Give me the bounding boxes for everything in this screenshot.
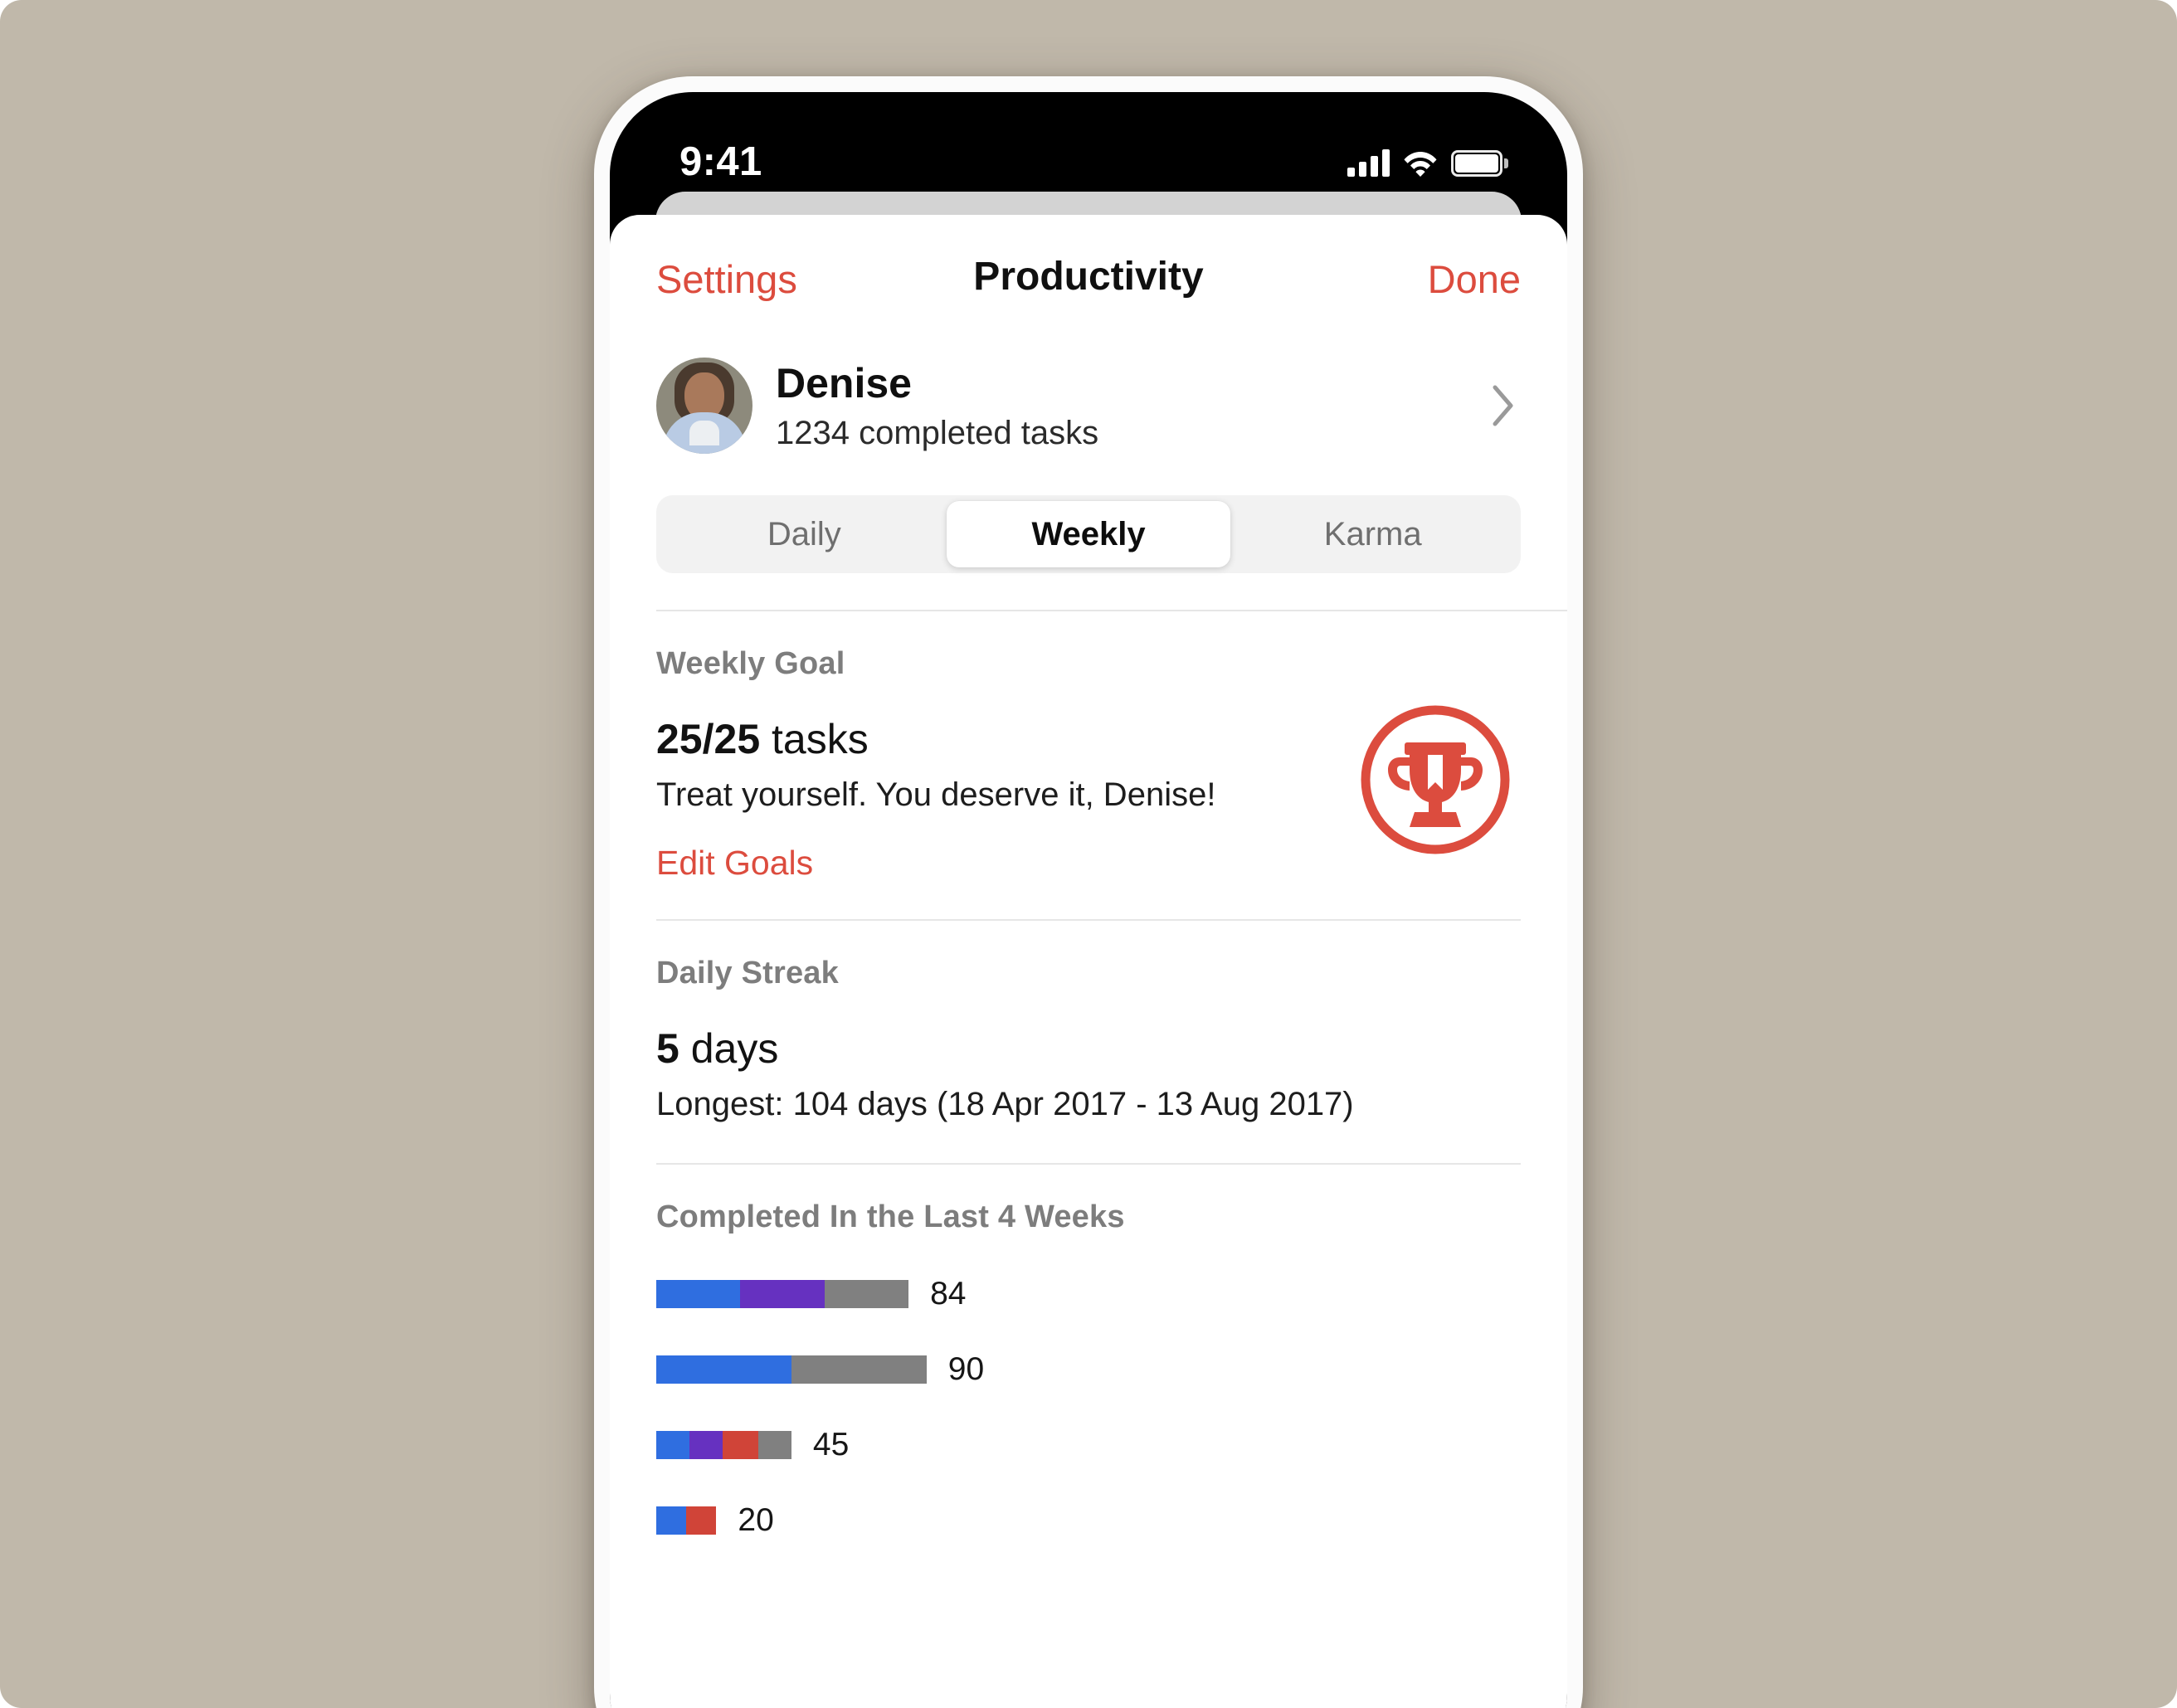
bar-track [656, 1431, 791, 1459]
weekly-goal-section: Weekly Goal 25/25 tasks Treat yourself. … [656, 611, 1521, 919]
bar-segment [656, 1355, 791, 1384]
bar-value-label: 45 [812, 1427, 850, 1462]
phone-screen: 9:41 Settings Productivity Done Denise 1… [610, 92, 1567, 1708]
daily-streak-longest: Longest: 104 days (18 Apr 2017 - 13 Aug … [656, 1086, 1354, 1122]
daily-streak-unit: days [679, 1025, 779, 1072]
profile-text-group: Denise 1234 completed tasks [776, 360, 1491, 452]
segment-daily[interactable]: Daily [662, 501, 947, 567]
phone-frame: 9:41 Settings Productivity Done Denise 1… [594, 76, 1583, 1708]
productivity-sheet: Settings Productivity Done Denise 1234 c… [610, 215, 1567, 1708]
weekly-completion-bar-chart: 84 90 45 20 [656, 1275, 1521, 1610]
edit-goals-link[interactable]: Edit Goals [656, 844, 813, 883]
done-button[interactable]: Done [1428, 256, 1521, 302]
bar-segment [824, 1280, 909, 1308]
bar-segment [656, 1280, 741, 1308]
completed-weeks-section: Completed In the Last 4 Weeks 84 90 45 20 [656, 1165, 1521, 1610]
screenshot-canvas: 9:41 Settings Productivity Done Denise 1… [0, 0, 2177, 1708]
chevron-right-icon [1491, 384, 1516, 427]
bar-track [656, 1280, 909, 1308]
profile-row[interactable]: Denise 1234 completed tasks [656, 331, 1521, 480]
status-bar-icons [1347, 144, 1508, 177]
bar-segment [686, 1506, 717, 1535]
bar-row: 20 [656, 1501, 1521, 1540]
daily-streak-label: Daily Streak [656, 956, 839, 990]
weekly-goal-value: 25/25 [656, 716, 761, 762]
bar-segment [722, 1431, 759, 1459]
battery-full-icon [1451, 150, 1508, 177]
bar-segment [791, 1355, 927, 1384]
weekly-goal-label: Weekly Goal [656, 646, 845, 681]
bar-segment [656, 1506, 687, 1535]
segment-karma[interactable]: Karma [1230, 501, 1515, 567]
weekly-goal-unit: tasks [760, 716, 869, 762]
period-segmented-control[interactable]: Daily Weekly Karma [656, 495, 1521, 573]
profile-completed-tasks: 1234 completed tasks [776, 414, 1099, 451]
segment-weekly[interactable]: Weekly [946, 501, 1231, 567]
status-bar-time: 9:41 [679, 139, 762, 184]
bar-row: 90 [656, 1350, 1521, 1389]
wifi-icon [1403, 148, 1438, 177]
bar-track [656, 1506, 717, 1535]
navigation-bar: Settings Productivity Done [610, 215, 1567, 331]
bar-segment [740, 1280, 825, 1308]
bar-value-label: 90 [947, 1351, 985, 1387]
avatar [656, 358, 752, 454]
profile-name: Denise [776, 359, 912, 406]
bar-segment [656, 1431, 689, 1459]
chart-title: Completed In the Last 4 Weeks [656, 1199, 1125, 1234]
bar-row: 84 [656, 1275, 1521, 1313]
daily-streak-section: Daily Streak 5 days Longest: 104 days (1… [656, 921, 1521, 1123]
bar-track [656, 1355, 927, 1384]
page-title: Productivity [973, 255, 1204, 299]
daily-streak-value: 5 [656, 1025, 679, 1072]
bar-row: 45 [656, 1426, 1521, 1464]
bar-value-label: 84 [930, 1276, 967, 1311]
signal-bars-icon [1347, 148, 1390, 177]
trophy-icon [1356, 701, 1514, 859]
daily-streak-metric: 5 days [656, 1024, 1521, 1073]
bar-segment [758, 1431, 791, 1459]
bar-segment [689, 1431, 723, 1459]
bar-value-label: 20 [738, 1502, 774, 1538]
